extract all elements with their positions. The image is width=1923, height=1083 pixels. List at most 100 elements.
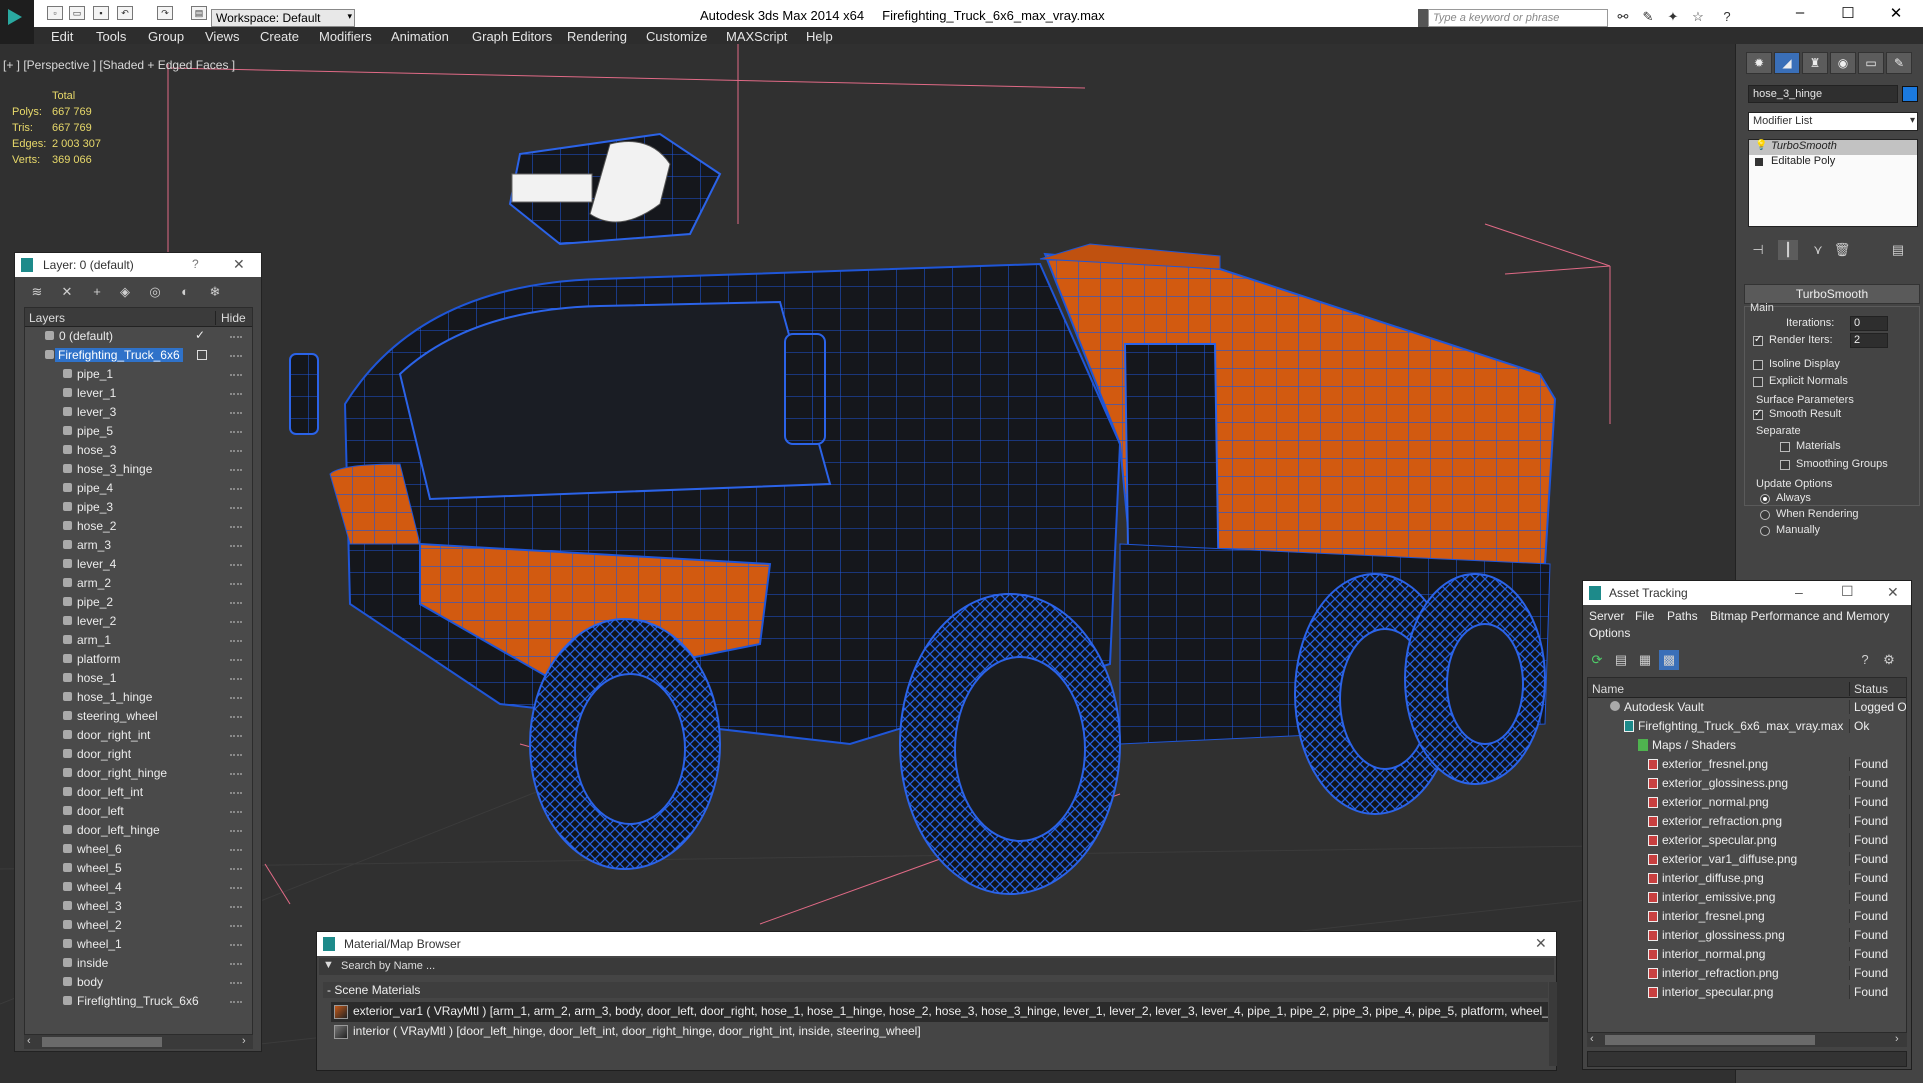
hide-toggle[interactable] [230, 469, 242, 471]
menu-server[interactable]: Server [1589, 609, 1624, 623]
active-layer-check-icon[interactable]: ✓ [195, 328, 205, 342]
object-name-input[interactable]: hose_3_hinge [1748, 85, 1898, 103]
modifier-list-dropdown[interactable]: Modifier List ▾ [1748, 112, 1918, 131]
show-end-result-icon[interactable]: ┃ [1778, 240, 1798, 260]
motion-tab-icon[interactable]: ◉ [1830, 52, 1856, 74]
save-file-icon[interactable]: ▪ [93, 6, 109, 20]
menu-options[interactable]: Options [1589, 626, 1630, 640]
layer-object-item[interactable]: pipe_2 [25, 593, 252, 612]
hide-toggle[interactable] [230, 355, 242, 357]
layer-object-item[interactable]: wheel_2 [25, 916, 252, 935]
search-expand-icon[interactable] [1418, 9, 1428, 27]
minimize-icon[interactable]: – [1780, 4, 1820, 24]
favorites-star-icon[interactable]: ☆ [1689, 9, 1707, 25]
close-window-icon[interactable]: ✕ [1876, 4, 1916, 24]
layer-object-item[interactable]: door_left_int [25, 783, 252, 802]
hide-toggle[interactable] [230, 773, 242, 775]
pin-stack-icon[interactable]: ⊣ [1748, 240, 1768, 260]
minimize-icon[interactable]: – [1795, 584, 1803, 600]
hide-toggle[interactable] [230, 811, 242, 813]
layer-object-item[interactable]: wheel_4 [25, 878, 252, 897]
create-layer-icon[interactable]: ≋ [27, 282, 47, 302]
settings-icon[interactable]: ⚙ [1879, 650, 1899, 670]
asset-row-map[interactable]: interior_specular.png Found [1588, 983, 1906, 1002]
layer-object-item[interactable]: hose_1 [25, 669, 252, 688]
hide-toggle[interactable] [230, 849, 242, 851]
hide-toggle[interactable] [230, 545, 242, 547]
asset-row-map[interactable]: interior_refraction.png Found [1588, 964, 1906, 983]
layer-manager-titlebar[interactable]: Layer: 0 (default) ? ✕ [15, 253, 261, 277]
menu-edit[interactable]: Edit [51, 29, 73, 44]
horizontal-scrollbar[interactable]: ‹ › [1587, 1033, 1907, 1047]
asset-row-map[interactable]: interior_emissive.png Found [1588, 888, 1906, 907]
layer-row-default[interactable]: 0 (default) ✓ [25, 327, 252, 346]
binoculars-icon[interactable]: ⚯ [1614, 9, 1632, 25]
manually-radio[interactable] [1760, 526, 1770, 536]
menu-file[interactable]: File [1635, 609, 1654, 623]
scroll-left-icon[interactable]: ‹ [27, 1035, 31, 1047]
utilities-tab-icon[interactable]: ✎ [1886, 52, 1912, 74]
asset-tracking-titlebar[interactable]: Asset Tracking – ☐ ✕ [1583, 581, 1911, 605]
asset-row-map[interactable]: interior_diffuse.png Found [1588, 869, 1906, 888]
hide-toggle[interactable] [230, 659, 242, 661]
menu-bitmap-performance[interactable]: Bitmap Performance and Memory [1710, 609, 1889, 623]
smooth-result-checkbox[interactable] [1753, 408, 1763, 420]
asset-row-map[interactable]: exterior_refraction.png Found [1588, 812, 1906, 831]
make-unique-icon[interactable]: ⋎ [1808, 240, 1828, 260]
layer-object-item[interactable]: pipe_1 [25, 365, 252, 384]
hide-toggle[interactable] [230, 583, 242, 585]
menu-animation[interactable]: Animation [391, 29, 449, 44]
render-iters-checkbox[interactable] [1753, 334, 1763, 346]
hide-toggle[interactable] [230, 488, 242, 490]
hide-toggle[interactable] [230, 412, 242, 414]
layer-object-item[interactable]: pipe_4 [25, 479, 252, 498]
hide-toggle[interactable] [230, 925, 242, 927]
layer-object-item[interactable]: pipe_5 [25, 422, 252, 441]
asset-row-map[interactable]: interior_normal.png Found [1588, 945, 1906, 964]
communication-icon[interactable]: ✦ [1664, 9, 1682, 25]
menu-maxscript[interactable]: MAXScript [726, 29, 787, 44]
layer-object-item[interactable]: door_right [25, 745, 252, 764]
material-browser-titlebar[interactable]: Material/Map Browser ✕ [317, 932, 1556, 956]
hide-toggle[interactable] [230, 963, 242, 965]
bulb-icon[interactable]: 💡 [1755, 140, 1767, 151]
menu-create[interactable]: Create [260, 29, 299, 44]
hide-toggle[interactable] [230, 982, 242, 984]
layer-object-item[interactable]: hose_2 [25, 517, 252, 536]
layer-object-item[interactable]: arm_2 [25, 574, 252, 593]
layer-object-item[interactable]: hose_1_hinge [25, 688, 252, 707]
hide-toggle[interactable] [230, 887, 242, 889]
hide-toggle[interactable] [230, 431, 242, 433]
menu-rendering[interactable]: Rendering [567, 29, 627, 44]
layer-object-item[interactable]: wheel_1 [25, 935, 252, 954]
layer-object-item[interactable]: wheel_5 [25, 859, 252, 878]
hide-toggle[interactable] [230, 754, 242, 756]
hide-toggle[interactable] [230, 450, 242, 452]
layer-object-item[interactable]: wheel_3 [25, 897, 252, 916]
help-icon[interactable]: ? [1718, 9, 1736, 25]
turbosmooth-rollout-header[interactable]: TurboSmooth [1744, 284, 1920, 304]
menu-paths[interactable]: Paths [1667, 609, 1698, 623]
menu-help[interactable]: Help [806, 29, 833, 44]
horizontal-scrollbar[interactable]: ‹ › [24, 1035, 253, 1049]
scroll-thumb[interactable] [42, 1037, 162, 1047]
column-hide[interactable]: Hide [215, 311, 246, 325]
add-to-layer-icon[interactable]: + [87, 282, 107, 302]
scroll-right-icon[interactable]: › [242, 1035, 246, 1047]
layer-object-item[interactable]: lever_3 [25, 403, 252, 422]
object-color-swatch[interactable] [1902, 86, 1918, 102]
layer-object-item[interactable]: pipe_3 [25, 498, 252, 517]
hide-toggle[interactable] [230, 906, 242, 908]
layer-object-item[interactable]: inside [25, 954, 252, 973]
modify-tab-icon[interactable]: ◢ [1774, 52, 1800, 74]
vertical-scrollbar[interactable] [1549, 982, 1557, 1066]
asset-row-map[interactable]: interior_fresnel.png Found [1588, 907, 1906, 926]
hide-toggle[interactable] [230, 868, 242, 870]
asset-row-vault[interactable]: Autodesk Vault Logged Out [1588, 698, 1906, 717]
layer-object-item[interactable]: lever_1 [25, 384, 252, 403]
hide-toggle[interactable] [230, 697, 242, 699]
hide-toggle[interactable] [230, 393, 242, 395]
configure-sets-icon[interactable]: ▤ [1888, 240, 1908, 260]
hide-toggle[interactable] [230, 716, 242, 718]
asset-row-map[interactable]: exterior_normal.png Found [1588, 793, 1906, 812]
